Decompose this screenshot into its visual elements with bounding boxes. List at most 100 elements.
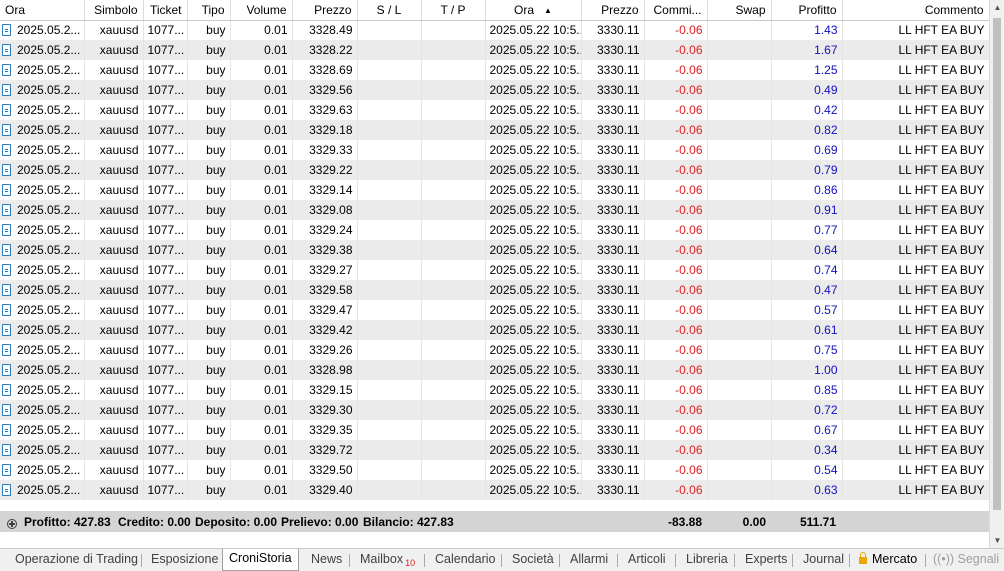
col-header-ticket[interactable]: Ticket (143, 0, 188, 21)
table-row[interactable]: 2025.05.2... xauusd 1077... buy 0.01 3329.38 2… (0, 240, 989, 260)
vertical-scrollbar[interactable]: ▲ ▼ (989, 0, 1004, 548)
tab-news[interactable]: News (311, 552, 342, 566)
tab-separator (141, 554, 142, 567)
col-header-profit[interactable]: Profitto (771, 0, 843, 21)
table-row[interactable]: 2025.05.2... xauusd 1077... buy 0.01 3329.22 2… (0, 160, 989, 180)
cell-open-price: 3328.49 (292, 20, 358, 40)
table-row[interactable]: 2025.05.2... xauusd 1077... buy 0.01 3329.63 2… (0, 100, 989, 120)
table-row[interactable]: 2025.05.2... xauusd 1077... buy 0.01 3329.50 2… (0, 460, 989, 480)
cell-close-time: 2025.05.22 10:5... (485, 320, 582, 340)
cell-close-time: 2025.05.22 10:5... (485, 120, 582, 140)
scroll-down-icon[interactable]: ▼ (990, 533, 1004, 548)
table-row[interactable]: 2025.05.2... xauusd 1077... buy 0.01 3328.69 2… (0, 60, 989, 80)
tab-exposure[interactable]: Esposizione (151, 552, 218, 566)
tab-library[interactable]: Libreria (686, 552, 728, 566)
col-header-tp[interactable]: T / P (421, 0, 486, 21)
table-row[interactable]: 2025.05.2... xauusd 1077... buy 0.01 3329.56 2… (0, 80, 989, 100)
table-row[interactable]: 2025.05.2... xauusd 1077... buy 0.01 3328.22 2… (0, 40, 989, 60)
cell-swap (707, 60, 772, 80)
table-row[interactable]: 2025.05.2... xauusd 1077... buy 0.01 3329.08 2… (0, 200, 989, 220)
table-row[interactable]: 2025.05.2... xauusd 1077... buy 0.01 3329.24 2… (0, 220, 989, 240)
cell-profit: 1.00 (771, 360, 843, 380)
table-row[interactable]: 2025.05.2... xauusd 1077... buy 0.01 3329.27 2… (0, 260, 989, 280)
tab-calendar[interactable]: Calendario (435, 552, 495, 566)
cell-tp (421, 340, 486, 360)
cell-swap (707, 40, 772, 60)
col-header-open-price[interactable]: Prezzo (292, 0, 358, 21)
tab-experts[interactable]: Experts (745, 552, 787, 566)
cell-open-time: 2025.05.2... (0, 160, 85, 180)
cell-close-price: 3330.11 (581, 60, 645, 80)
table-row[interactable]: 2025.05.2... xauusd 1077... buy 0.01 3329.72 2… (0, 440, 989, 460)
cell-open-price: 3328.98 (292, 360, 358, 380)
cell-swap (707, 480, 772, 500)
cell-open-time: 2025.05.2... (0, 400, 85, 420)
table-row[interactable]: 2025.05.2... xauusd 1077... buy 0.01 3329.30 2… (0, 400, 989, 420)
cell-profit: 0.74 (771, 260, 843, 280)
tab-articles[interactable]: Articoli (628, 552, 666, 566)
cell-type: buy (187, 340, 231, 360)
table-row[interactable]: 2025.05.2... xauusd 1077... buy 0.01 3329.35 2… (0, 420, 989, 440)
cell-open-time: 2025.05.2... (0, 280, 85, 300)
tab-signals[interactable]: ((•)) Segnali (933, 552, 999, 566)
cell-profit: 0.85 (771, 380, 843, 400)
tab-separator (675, 554, 676, 567)
cell-close-price: 3330.11 (581, 240, 645, 260)
cell-close-time: 2025.05.22 10:5... (485, 20, 582, 40)
tab-mailbox[interactable]: Mailbox 10 (360, 552, 415, 568)
table-row[interactable]: 2025.05.2... xauusd 1077... buy 0.01 3329.15 2… (0, 380, 989, 400)
col-header-close-price[interactable]: Prezzo (581, 0, 645, 21)
tab-company[interactable]: Società (512, 552, 554, 566)
cell-symbol: xauusd (84, 80, 144, 100)
col-header-open-time[interactable]: Ora (0, 0, 85, 21)
table-row[interactable]: 2025.05.2... xauusd 1077... buy 0.01 3329.47 2… (0, 300, 989, 320)
tab-trading[interactable]: Operazione di Trading (15, 552, 138, 566)
cell-tp (421, 240, 486, 260)
cell-close-time: 2025.05.22 10:5... (485, 380, 582, 400)
col-header-sl[interactable]: S / L (357, 0, 422, 21)
mailbox-count-badge: 10 (405, 558, 416, 568)
cell-open-price: 3329.47 (292, 300, 358, 320)
summary-deposit: Deposito: 0.00 (195, 515, 278, 529)
scroll-thumb[interactable] (993, 18, 1001, 510)
table-row[interactable]: 2025.05.2... xauusd 1077... buy 0.01 3329.40 2… (0, 480, 989, 500)
cell-commission: -0.06 (644, 40, 708, 60)
col-header-commission[interactable]: Commi... (644, 0, 708, 21)
table-row[interactable]: 2025.05.2... xauusd 1077... buy 0.01 3329.58 2… (0, 280, 989, 300)
document-icon (2, 404, 11, 416)
cell-sl (357, 100, 422, 120)
cell-type: buy (187, 220, 231, 240)
table-row[interactable]: 2025.05.2... xauusd 1077... buy 0.01 3329.14 2… (0, 180, 989, 200)
table-row[interactable]: 2025.05.2... xauusd 1077... buy 0.01 3328.98 2… (0, 360, 989, 380)
tab-alerts[interactable]: Allarmi (570, 552, 608, 566)
table-row[interactable]: 2025.05.2... xauusd 1077... buy 0.01 3329.18 2… (0, 120, 989, 140)
col-header-swap[interactable]: Swap (707, 0, 772, 21)
cell-swap (707, 20, 772, 40)
cell-symbol: xauusd (84, 320, 144, 340)
tab-journal[interactable]: Journal (803, 552, 844, 566)
open-time-text: 2025.05.2... (17, 243, 81, 257)
tab-market[interactable]: Mercato (859, 552, 917, 566)
cell-volume: 0.01 (230, 240, 293, 260)
cell-profit: 0.69 (771, 140, 843, 160)
table-row[interactable]: 2025.05.2... xauusd 1077... buy 0.01 3329.26 2… (0, 340, 989, 360)
cell-ticket: 1077... (143, 100, 188, 120)
tab-history[interactable]: CroniStoria (222, 549, 299, 571)
col-header-comment[interactable]: Commento (842, 0, 989, 21)
summary-withdrawal: Prelievo: 0.00 (281, 515, 359, 529)
cell-comment: LL HFT EA BUY (842, 420, 989, 440)
table-row[interactable]: 2025.05.2... xauusd 1077... buy 0.01 3329.33 2… (0, 140, 989, 160)
col-header-close-time[interactable]: Ora ▲ (485, 0, 582, 21)
scroll-up-icon[interactable]: ▲ (990, 0, 1004, 15)
col-header-volume[interactable]: Volume (230, 0, 293, 21)
cell-tp (421, 40, 486, 60)
cell-volume: 0.01 (230, 100, 293, 120)
col-header-symbol[interactable]: Simbolo (84, 0, 144, 21)
cell-sl (357, 460, 422, 480)
document-icon (2, 64, 11, 76)
table-row[interactable]: 2025.05.2... xauusd 1077... buy 0.01 3329.42 2… (0, 320, 989, 340)
table-row[interactable]: 2025.05.2... xauusd 1077... buy 0.01 3328.49 2… (0, 20, 989, 40)
cell-close-time: 2025.05.22 10:5... (485, 100, 582, 120)
col-header-type[interactable]: Tipo (187, 0, 231, 21)
cell-comment: LL HFT EA BUY (842, 100, 989, 120)
